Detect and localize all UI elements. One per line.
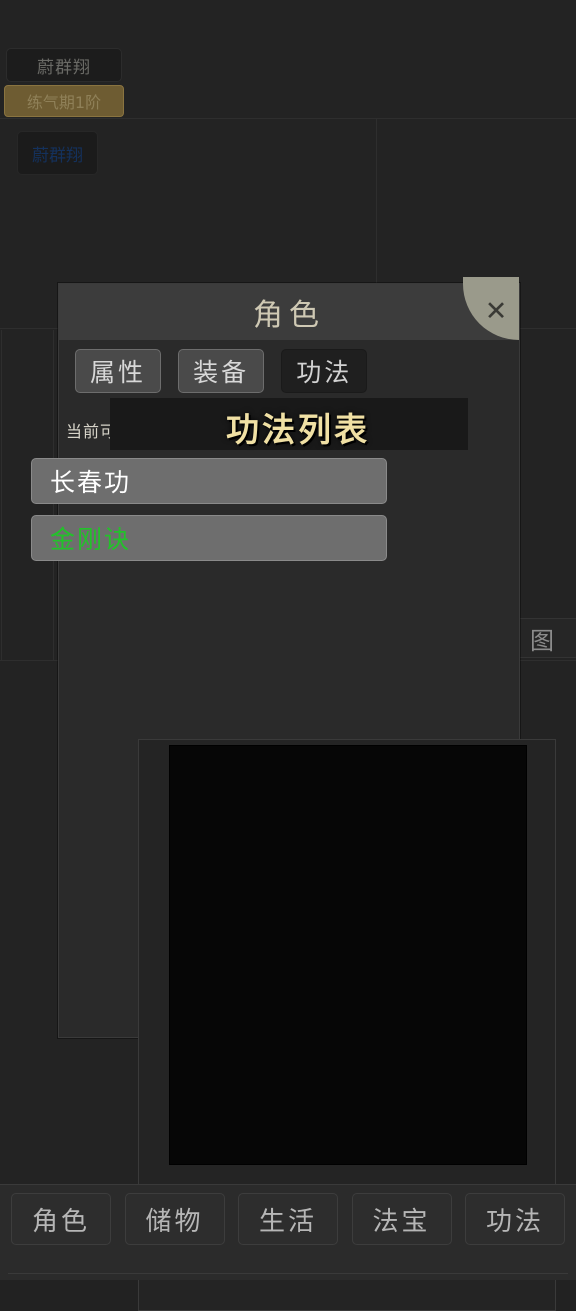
bottom-nav-divider [8,1273,568,1274]
map-label: 图 [530,626,554,655]
tab-techniques[interactable]: 功法 [281,349,368,393]
player-tag-chip[interactable]: 蔚群翔 [17,131,98,175]
close-glyph: ✕ [484,296,508,327]
tab-attributes-label: 属性 [90,358,147,387]
nav-storage-label: 储物 [145,1206,204,1237]
nav-storage-button[interactable]: 储物 [124,1193,225,1245]
player-tag-label: 蔚群翔 [32,145,83,166]
nav-life-button[interactable]: 生活 [238,1193,338,1245]
technique-list-heading: 功法列表 [226,410,370,449]
dialog-titlebar: 角色 ✕ [59,277,519,341]
technique-items: 长春功 金刚诀 [31,458,387,568]
realm-chip[interactable]: 练气期1阶 [4,85,124,117]
dialog-tabs: 属性 装备 功法 [59,341,519,397]
list-item-label: 金刚诀 [50,525,132,554]
nav-character-label: 角色 [31,1206,90,1237]
list-item[interactable]: 金刚诀 [31,515,387,561]
tab-attributes[interactable]: 属性 [75,349,162,393]
nav-character-button[interactable]: 角色 [11,1193,111,1245]
background-divider [1,330,2,660]
character-dialog: 角色 ✕ 属性 装备 功法 [58,277,556,1311]
bottom-nav-bar: 角色 储物 生活 法宝 功法 [0,1184,576,1280]
nav-life-label: 生活 [258,1206,317,1237]
nav-technique-button[interactable]: 功法 [465,1193,565,1245]
realm-label: 练气期1阶 [26,93,102,112]
nav-artifact-button[interactable]: 法宝 [351,1193,452,1245]
tab-equipment-label: 装备 [193,358,250,387]
background-divider [0,118,576,119]
tab-equipment[interactable]: 装备 [178,349,265,393]
list-item-label: 长春功 [50,468,132,497]
dialog-title: 角色 [253,298,325,333]
player-name-chip[interactable]: 蔚群翔 [6,48,122,82]
list-item[interactable]: 长春功 [31,458,387,504]
player-name-label: 蔚群翔 [37,57,91,78]
technique-list-scroll-area[interactable] [169,745,527,1165]
nav-technique-label: 功法 [485,1206,544,1237]
bottom-nav-items: 角色 储物 生活 法宝 功法 [0,1193,576,1247]
nav-artifact-label: 法宝 [372,1206,431,1237]
tab-techniques-label: 功法 [296,358,353,387]
